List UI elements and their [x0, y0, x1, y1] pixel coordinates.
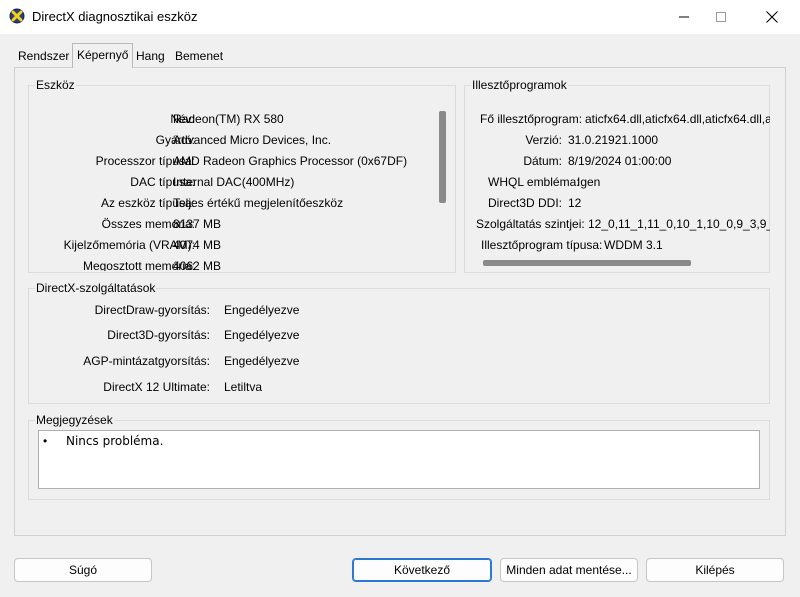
device-value: Advanced Micro Devices, Inc.: [173, 133, 332, 147]
dx-feature-label: DirectX 12 Ultimate:: [103, 380, 210, 394]
drivers-info-list: Fő illesztőprogram: aticfx64.dll,aticfx6…: [466, 95, 770, 271]
device-scrollbar[interactable]: [434, 95, 451, 271]
dx-feature-label: Direct3D-gyorsítás:: [107, 328, 210, 342]
close-button[interactable]: [749, 0, 795, 34]
driver-label: WHQL embléma:: [488, 175, 580, 189]
next-button[interactable]: Következő: [352, 558, 492, 582]
device-value: 4074 MB: [173, 238, 222, 252]
dx-feature-label: AGP-mintázatgyorsítás:: [83, 354, 210, 368]
dx-feature-value: Letiltva: [224, 380, 263, 394]
window-title: DirectX diagnosztikai eszköz: [32, 9, 198, 24]
title-bar: DirectX diagnosztikai eszköz: [0, 0, 800, 34]
driver-label: Verzió:: [525, 133, 562, 147]
notes-textbox[interactable]: • Nincs probléma.: [38, 430, 760, 489]
driver-value: 31.0.21921.1000: [568, 133, 659, 147]
maximize-icon: [716, 12, 726, 22]
driver-value: aticfx64.dll,aticfx64.dll,aticfx64.dll,a: [585, 112, 770, 126]
device-value: 8137 MB: [173, 217, 222, 231]
device-value: 4062 MB: [173, 259, 222, 271]
driver-label: Szolgáltatás szintjei:: [476, 217, 585, 231]
dx-features-group-title: DirectX-szolgáltatások: [35, 281, 157, 295]
tab-bemenet[interactable]: Bemenet: [171, 46, 227, 66]
directx-icon: [9, 8, 25, 24]
dx-feature-label: DirectDraw-gyorsítás:: [94, 303, 210, 317]
device-value: Radeon(TM) RX 580: [173, 112, 284, 126]
dx-feature-value: Engedélyezve: [224, 303, 300, 317]
dx-feature-value: Engedélyezve: [224, 328, 300, 342]
driver-label: Dátum:: [523, 154, 562, 168]
device-value: Internal DAC(400MHz): [173, 175, 295, 189]
maximize-button[interactable]: [698, 0, 744, 34]
note-bullet: •: [43, 434, 48, 448]
driver-label: Fő illesztőprogram:: [480, 112, 583, 126]
device-value: Teljes értékű megjelenítőeszköz: [173, 196, 344, 210]
minimize-icon: [679, 16, 689, 18]
close-icon: [766, 11, 778, 23]
drivers-scrollbar-thumb[interactable]: [483, 260, 691, 266]
device-value: AMD Radeon Graphics Processor (0x67DF): [173, 154, 408, 168]
driver-value: 12: [568, 196, 582, 210]
tab-rendszer[interactable]: Rendszer: [14, 46, 73, 66]
note-item: Nincs probléma.: [66, 434, 164, 448]
notes-group-title: Megjegyzések: [35, 413, 114, 427]
device-scrollbar-thumb[interactable]: [439, 111, 446, 203]
exit-button[interactable]: Kilépés: [646, 558, 784, 582]
tab-kepernyo[interactable]: Képernyő: [72, 43, 134, 68]
driver-value: 8/19/2024 01:00:00: [568, 154, 672, 168]
dx-feature-value: Engedélyezve: [224, 354, 300, 368]
device-info-list: Név: Radeon(TM) RX 580 Gyártó: Advanced …: [30, 95, 434, 271]
driver-label: Direct3D DDI:: [487, 196, 562, 210]
driver-value: Igen: [577, 175, 601, 189]
driver-label: Illesztőprogram típusa:: [481, 238, 603, 252]
device-group-title: Eszköz: [35, 78, 76, 92]
driver-value: 12_0,11_1,11_0,10_1,10_0,9_3,9_: [588, 217, 770, 231]
tab-hang[interactable]: Hang: [132, 46, 169, 66]
drivers-group-title: Illesztőprogramok: [471, 78, 568, 92]
save-all-button[interactable]: Minden adat mentése...: [500, 558, 638, 582]
help-button[interactable]: Súgó: [14, 558, 152, 582]
driver-value: WDDM 3.1: [604, 238, 663, 252]
